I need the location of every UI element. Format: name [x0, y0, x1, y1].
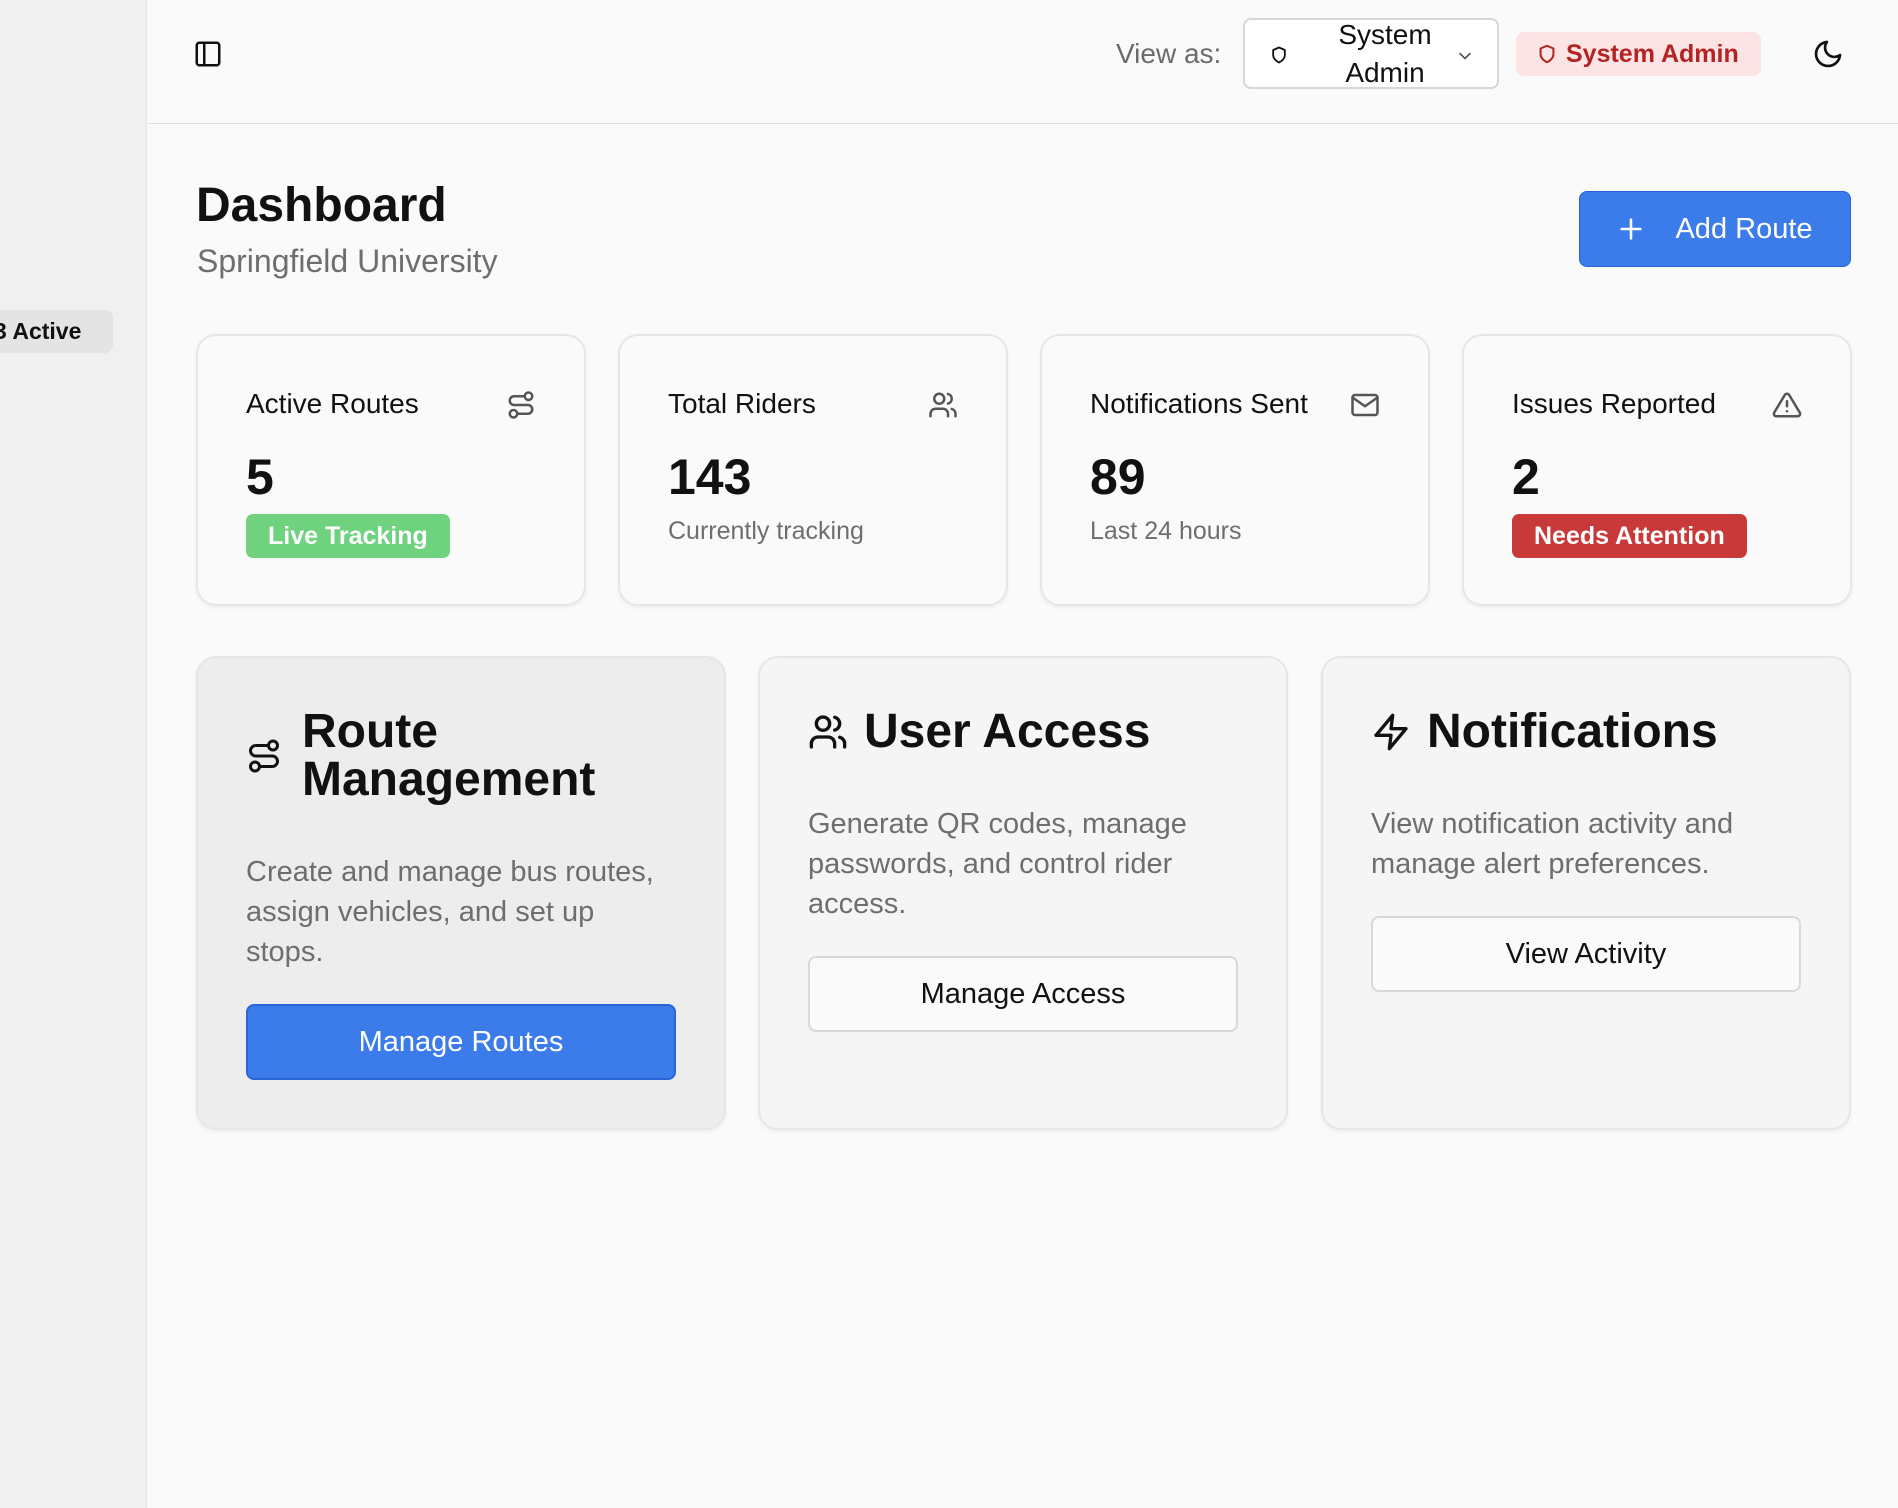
active-count-badge: 3 Active — [0, 310, 113, 353]
feature-card-notifications: Notifications View notification activity… — [1321, 656, 1851, 1130]
feature-title: Notifications — [1427, 705, 1718, 758]
stat-value: 89 — [1090, 449, 1146, 505]
stat-card-notifications-sent: Notifications Sent 89 Last 24 hours — [1040, 334, 1430, 606]
add-route-button[interactable]: Add Route — [1579, 191, 1851, 267]
active-count-label: 3 Active — [0, 318, 82, 344]
plus-icon — [1620, 218, 1643, 240]
page-subtitle: Springfield University — [197, 243, 498, 279]
zap-icon — [1374, 713, 1408, 751]
view-activity-button[interactable]: View Activity — [1371, 916, 1801, 992]
shield-icon — [1272, 46, 1286, 64]
stat-card-issues-reported: Issues Reported 2 Needs Attention — [1462, 334, 1852, 606]
role-select-value: System Admin — [1338, 18, 1432, 88]
page-title: Dashboard — [196, 179, 447, 232]
moon-icon — [1814, 40, 1842, 68]
stat-note: Last 24 hours — [1090, 517, 1242, 545]
role-badge: System Admin — [1516, 32, 1761, 76]
stat-card-total-riders: Total Riders 143 Currently tracking — [618, 334, 1008, 606]
stat-label: Total Riders — [668, 388, 816, 419]
stat-value: 2 — [1512, 449, 1540, 505]
feature-description: View notification activity and manage al… — [1371, 808, 1734, 880]
live-tracking-badge: Live Tracking — [246, 514, 450, 558]
role-select[interactable]: System Admin — [1243, 18, 1499, 89]
role-badge-label: System Admin — [1566, 39, 1739, 68]
sidebar: 3 Active — [0, 0, 147, 1508]
manage-routes-button[interactable]: Manage Routes — [246, 1004, 676, 1080]
alert-triangle-icon — [1772, 392, 1802, 418]
users-icon — [809, 715, 847, 749]
chevron-down-icon — [1459, 52, 1471, 60]
route-icon — [249, 739, 279, 773]
stat-label: Issues Reported — [1512, 388, 1716, 419]
stat-note: Currently tracking — [668, 517, 864, 545]
feature-title: User Access — [864, 705, 1151, 758]
feature-description: Create and manage bus routes, assign veh… — [246, 856, 654, 968]
stat-value: 143 — [668, 449, 752, 505]
stat-label: Active Routes — [246, 388, 419, 419]
shield-icon — [1539, 44, 1555, 64]
mail-icon — [1351, 393, 1379, 417]
stat-card-active-routes: Active Routes 5 Live Tracking — [196, 334, 586, 606]
add-route-label: Add Route — [1675, 212, 1813, 245]
route-icon — [508, 391, 534, 419]
users-icon — [929, 392, 957, 418]
manage-access-button[interactable]: Manage Access — [808, 956, 1238, 1032]
feature-card-user-access: User Access Generate QR codes, manage pa… — [758, 656, 1288, 1130]
feature-description: Generate QR codes, manage passwords, and… — [808, 808, 1187, 920]
top-bar: View as: System Admin System Admin — [148, 0, 1898, 124]
feature-card-route-management: Route Management Create and manage bus r… — [196, 656, 726, 1130]
theme-toggle-button[interactable] — [1810, 36, 1846, 72]
feature-title: Route Management — [302, 705, 596, 806]
view-as-label: View as: — [1116, 38, 1222, 69]
needs-attention-badge: Needs Attention — [1512, 514, 1747, 558]
panel-left-icon — [195, 41, 221, 67]
stat-label: Notifications Sent — [1090, 388, 1308, 419]
sidebar-toggle-button[interactable] — [192, 38, 224, 70]
stat-value: 5 — [246, 449, 274, 505]
